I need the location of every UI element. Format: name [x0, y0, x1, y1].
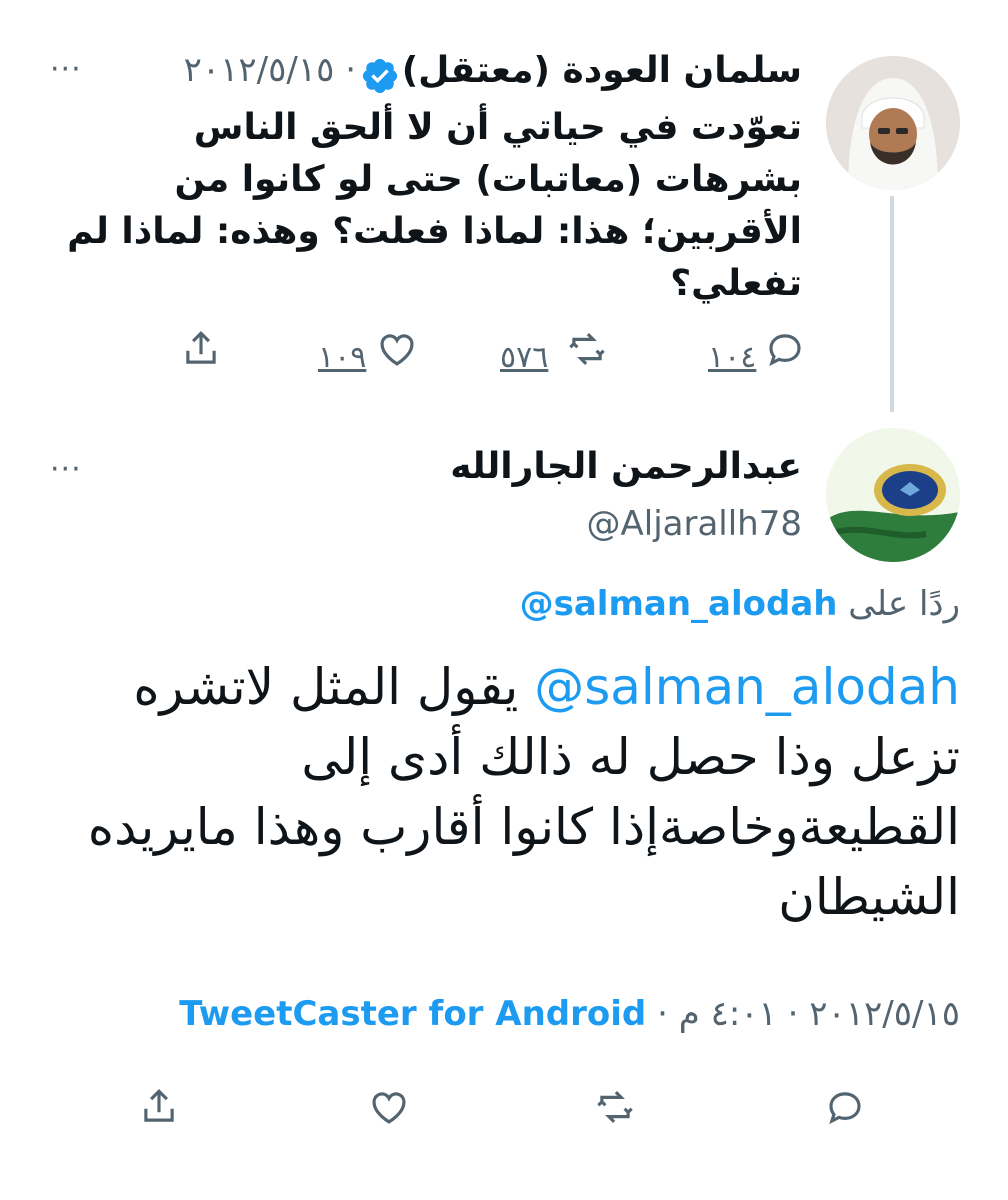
parent-like-count: ١٠٩ — [318, 332, 366, 382]
parent-reply-action[interactable] — [764, 324, 806, 374]
body-mention[interactable]: @salman_alodah — [534, 658, 960, 716]
reply-source[interactable]: TweetCaster for Android — [179, 994, 646, 1034]
reply-tweet-body: @salman_alodah يقول المثل لاتشره تزعل وذ… — [60, 652, 960, 932]
parent-tweet-text: تعوّدت في حياتي أن لا ألحق الناس بشرهات … — [67, 107, 802, 304]
parent-retweet-count: ٥٧٦ — [500, 332, 548, 382]
like-count: ١٠٩ — [318, 339, 367, 375]
share-icon — [144, 1089, 174, 1122]
like-icon — [380, 334, 414, 366]
parent-share-action[interactable] — [180, 324, 222, 374]
reply-icon — [829, 1092, 861, 1125]
footer-dot-1: · — [787, 994, 799, 1034]
parent-separator: · — [345, 50, 356, 90]
reply-author-name[interactable]: عبدالرحمن الجارالله — [450, 446, 802, 487]
footer-dot-2: · — [657, 994, 668, 1034]
thread-line — [890, 196, 894, 412]
retweet-icon — [597, 1091, 633, 1123]
reply-author-handle[interactable]: @Aljarallh78 — [586, 504, 802, 544]
reply-count: ١٠٤ — [708, 339, 757, 375]
parent-date[interactable]: ٢٠١٢/٥/١٥ — [184, 50, 335, 90]
reply-like-action[interactable] — [368, 1082, 410, 1132]
verified-icon — [362, 58, 398, 94]
retweet-icon — [569, 333, 605, 365]
reply-date[interactable]: ٢٠١٢/٥/١٥ — [809, 994, 960, 1034]
retweet-count: ٥٧٦ — [500, 339, 549, 375]
reply-prefix: ردًا على — [848, 584, 960, 624]
parent-like-action[interactable] — [376, 324, 418, 374]
reply-more-icon[interactable]: ··· — [50, 452, 82, 487]
parent-reply-count: ١٠٤ — [708, 332, 756, 382]
reply-icon — [769, 334, 801, 367]
share-icon — [186, 331, 216, 364]
reply-author-avatar[interactable] — [826, 428, 960, 562]
reply-to-mention[interactable]: @salman_alodah — [520, 584, 838, 624]
parent-author-avatar[interactable] — [826, 56, 960, 190]
parent-more-icon[interactable]: ··· — [50, 52, 82, 87]
parent-author-name[interactable]: سلمان العودة (معتقل) — [402, 50, 802, 91]
parent-meta: · ٢٠١٢/٥/١٥ — [156, 50, 356, 90]
reply-share-action[interactable] — [138, 1082, 180, 1132]
replying-to: ردًا على @salman_alodah — [520, 584, 960, 624]
reply-reply-action[interactable] — [824, 1082, 866, 1132]
like-icon — [372, 1092, 406, 1124]
reply-footer: ٢٠١٢/٥/١٥ · ٤:٠١ م · TweetCaster for And… — [179, 994, 960, 1034]
reply-retweet-action[interactable] — [594, 1082, 636, 1132]
reply-time[interactable]: ٤:٠١ م — [679, 994, 777, 1034]
parent-retweet-action[interactable] — [566, 324, 608, 374]
